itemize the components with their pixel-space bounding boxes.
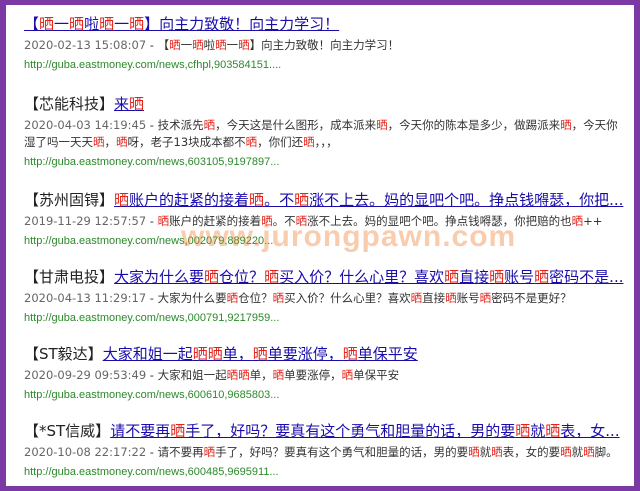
result-snippet-text: - 【晒一晒啦晒一晒】向主力致敬！向主力学习！: [146, 38, 400, 52]
result-date: 2020-04-03 14:19:45: [24, 118, 147, 132]
result-title-text[interactable]: 请不要再晒手了，好吗？要真有这个勇气和胆量的话，男的要晒就晒表，女...: [110, 422, 619, 440]
stock-tag: 【*ST信威】: [24, 422, 111, 440]
result-snippet: 2020-09-29 09:53:49 - 大家和姐一起晒晒单，晒单要涨停，晒单…: [24, 367, 624, 384]
search-result: 【*ST信威】请不要再晒手了，好吗？要真有这个勇气和胆量的话，男的要晒就晒表，女…: [24, 422, 624, 480]
result-title-link[interactable]: 【芯能科技】来晒: [24, 95, 624, 114]
stock-tag: 【甘肃电投】: [24, 268, 115, 286]
result-url[interactable]: http://guba.eastmoney.com/news,000791,92…: [24, 310, 624, 326]
result-url[interactable]: http://guba.eastmoney.com/news,603105,91…: [24, 154, 624, 170]
result-snippet: 2020-04-13 11:29:17 - 大家为什么要晒仓位？晒买入价？什么心…: [24, 290, 624, 307]
result-snippet: 2020-02-13 15:08:07 - 【晒一晒啦晒一晒】向主力致敬！向主力…: [24, 37, 624, 54]
result-snippet: 2019-11-29 12:57:57 - 晒账户的赶紧的接着晒。不晒涨不上去。…: [24, 213, 624, 230]
result-snippet: 2020-04-03 14:19:45 - 技术派先晒，今天这是什么图形，成本派…: [24, 117, 624, 151]
search-result: 【ST毅达】大家和姐一起晒晒单，晒单要涨停，晒单保平安 2020-09-29 0…: [24, 345, 624, 403]
result-url[interactable]: http://guba.eastmoney.com/news,600485,96…: [24, 464, 624, 480]
stock-tag: 【芯能科技】: [24, 95, 115, 113]
result-snippet-text: - 晒账户的赶紧的接着晒。不晒涨不上去。妈的显吧个吧。挣点钱嘚瑟，你把赔的也晒+…: [146, 214, 603, 228]
result-title-text[interactable]: 晒账户的赶紧的接着晒。不晒涨不上去。妈的显吧个吧。挣点钱嘚瑟，你把...: [114, 191, 623, 209]
result-title-text[interactable]: 大家和姐一起晒晒单，晒单要涨停，晒单保平安: [103, 345, 418, 363]
result-title-text[interactable]: 大家为什么要晒仓位？晒买入价？什么心里？喜欢晒直接晒账号晒密码不是...: [114, 268, 623, 286]
result-url[interactable]: http://guba.eastmoney.com/news,cfhpl,903…: [24, 57, 624, 73]
result-url[interactable]: http://guba.eastmoney.com/news,002079,88…: [24, 233, 624, 249]
result-snippet-text: - 大家和姐一起晒晒单，晒单要涨停，晒单保平安: [146, 368, 400, 382]
search-result: 【晒一晒啦晒一晒】向主力致敬！向主力学习！ 2020-02-13 15:08:0…: [24, 15, 624, 73]
result-date: 2020-02-13 15:08:07: [24, 38, 147, 52]
search-result: 【苏州固锝】晒账户的赶紧的接着晒。不晒涨不上去。妈的显吧个吧。挣点钱嘚瑟，你把.…: [24, 191, 624, 249]
stock-tag: 【ST毅达】: [24, 345, 103, 363]
search-result: 【甘肃电投】大家为什么要晒仓位？晒买入价？什么心里？喜欢晒直接晒账号晒密码不是.…: [24, 268, 624, 326]
result-snippet-text: - 大家为什么要晒仓位？晒买入价？什么心里？喜欢晒直接晒账号晒密码不是更好？: [146, 291, 572, 305]
result-title-link[interactable]: 【晒一晒啦晒一晒】向主力致敬！向主力学习！: [24, 15, 624, 34]
result-date: 2020-04-13 11:29:17: [24, 291, 147, 305]
result-title-link[interactable]: 【苏州固锝】晒账户的赶紧的接着晒。不晒涨不上去。妈的显吧个吧。挣点钱嘚瑟，你把.…: [24, 191, 624, 210]
result-date: 2020-09-29 09:53:49: [24, 368, 147, 382]
result-title-link[interactable]: 【甘肃电投】大家为什么要晒仓位？晒买入价？什么心里？喜欢晒直接晒账号晒密码不是.…: [24, 268, 624, 287]
result-title-link[interactable]: 【*ST信威】请不要再晒手了，好吗？要真有这个勇气和胆量的话，男的要晒就晒表，女…: [24, 422, 624, 441]
result-title-text[interactable]: 【晒一晒啦晒一晒】向主力致敬！向主力学习！: [24, 15, 339, 33]
result-url[interactable]: http://guba.eastmoney.com/news,600610,96…: [24, 387, 624, 403]
result-title-text[interactable]: 来晒: [114, 95, 144, 113]
stock-tag: 【苏州固锝】: [24, 191, 115, 209]
result-snippet-text: - 请不要再晒手了，好吗？要真有这个勇气和胆量的话，男的要晒就晒表，女的要晒就晒…: [146, 445, 618, 459]
search-results-panel: 【晒一晒啦晒一晒】向主力致敬！向主力学习！ 2020-02-13 15:08:0…: [6, 5, 634, 486]
result-date: 2020-10-08 22:17:22: [24, 445, 147, 459]
result-date: 2019-11-29 12:57:57: [24, 214, 147, 228]
result-snippet: 2020-10-08 22:17:22 - 请不要再晒手了，好吗？要真有这个勇气…: [24, 444, 624, 461]
result-title-link[interactable]: 【ST毅达】大家和姐一起晒晒单，晒单要涨停，晒单保平安: [24, 345, 624, 364]
search-result: 【芯能科技】来晒 2020-04-03 14:19:45 - 技术派先晒，今天这…: [24, 95, 624, 170]
